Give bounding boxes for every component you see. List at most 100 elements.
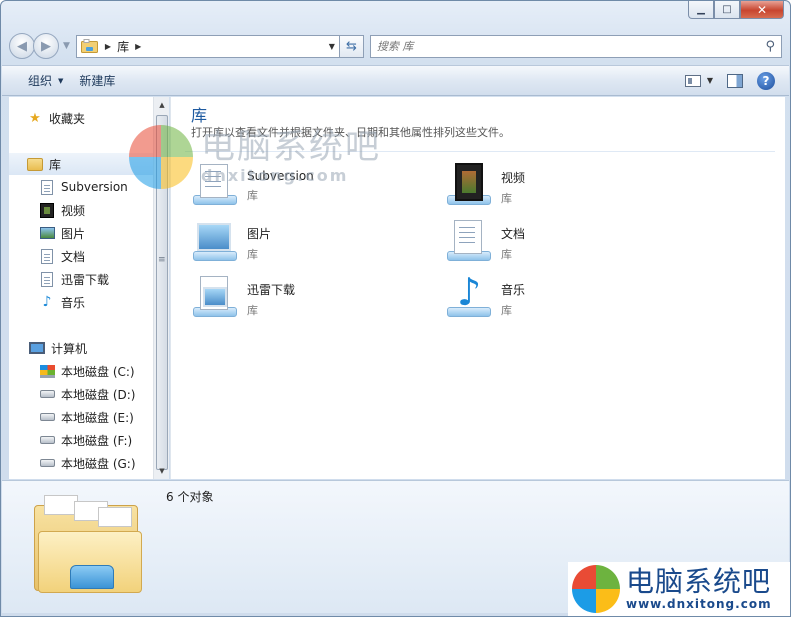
sidebar-item-label: Subversion	[61, 180, 128, 194]
watermark-logo-icon	[572, 565, 620, 613]
music-note-icon: ♪	[42, 294, 52, 310]
tile-kind: 库	[501, 192, 512, 205]
forward-button[interactable]: ▶	[33, 33, 59, 59]
watermark-corner: 电脑系统吧 www.dnxitong.com	[568, 562, 790, 616]
recent-pages-dropdown[interactable]: ▼	[63, 41, 70, 51]
change-view-icon[interactable]	[684, 74, 701, 87]
sidebar-item-label: 本地磁盘 (F:)	[61, 433, 133, 448]
close-button[interactable]: ✕	[740, 1, 784, 19]
sidebar-item-music[interactable]: ♪ 音乐	[39, 291, 85, 313]
watermark-text: 电脑系统吧	[626, 565, 772, 599]
videos-library-icon	[445, 161, 491, 207]
pictures-library-icon	[191, 217, 237, 263]
sidebar-item-drive-c[interactable]: 本地磁盘 (C:)	[39, 360, 135, 382]
page-title: 库	[191, 106, 208, 125]
search-box[interactable]: ⚲	[369, 34, 782, 58]
tile-kind: 库	[501, 248, 512, 261]
system-drive-icon	[39, 364, 55, 378]
refresh-button[interactable]: ⇆	[339, 34, 364, 58]
refresh-icon: ⇆	[345, 38, 357, 54]
tile-name: 迅雷下载	[247, 283, 296, 297]
library-icon	[80, 39, 98, 53]
sidebar-item-label: 本地磁盘 (D:)	[61, 387, 136, 402]
tile-kind: 库	[501, 304, 512, 317]
sidebar-item-label: 本地磁盘 (C:)	[61, 364, 135, 379]
library-tile-documents[interactable]: 文档库	[445, 217, 525, 267]
organize-label: 组织	[28, 74, 53, 88]
hard-drive-icon	[39, 413, 55, 421]
sidebar-item-label: 本地磁盘 (G:)	[61, 456, 136, 471]
sidebar-item-computer[interactable]: 计算机	[29, 337, 87, 359]
download-library-icon	[41, 271, 53, 287]
search-input[interactable]	[376, 39, 766, 53]
tile-name: 音乐	[501, 283, 526, 297]
sidebar-item-thunder-downloads[interactable]: 迅雷下载	[39, 268, 109, 290]
watermark-text: 电脑系统吧	[201, 126, 381, 167]
sidebar-item-documents[interactable]: 文档	[39, 245, 85, 267]
chevron-down-icon: ▼	[58, 76, 64, 85]
address-row: ◀ ▶ ▼ ▶ 库 ▶ ▼ ⇆ ⚲	[9, 31, 782, 61]
command-bar: 组织 ▼ 新建库 ▼ ?	[2, 65, 789, 96]
music-library-icon: ♪	[445, 273, 491, 319]
item-count: 6 个对象	[166, 490, 214, 504]
sidebar-item-subversion[interactable]: Subversion	[39, 176, 128, 198]
breadcrumb-separator-icon[interactable]: ▶	[105, 42, 111, 51]
library-icon	[27, 157, 43, 171]
document-icon	[41, 248, 53, 264]
tile-name: 图片	[247, 227, 272, 241]
sidebar-item-drive-f[interactable]: 本地磁盘 (F:)	[39, 429, 132, 451]
library-large-icon	[34, 495, 144, 595]
scroll-down-icon[interactable]: ▼	[154, 463, 170, 479]
back-button[interactable]: ◀	[9, 33, 35, 59]
tile-name: 视频	[501, 171, 526, 185]
address-bar[interactable]: ▶ 库 ▶ ▼	[75, 34, 340, 58]
scrollbar-grip-icon: ≡	[158, 255, 166, 265]
forward-arrow-icon: ▶	[41, 38, 51, 54]
documents-library-icon	[445, 217, 491, 263]
watermark-url: dnxitong.com	[201, 166, 349, 186]
tile-kind: 库	[247, 248, 258, 261]
thunder-downloads-library-icon	[191, 273, 237, 319]
sidebar-item-drive-d[interactable]: 本地磁盘 (D:)	[39, 383, 135, 405]
document-library-icon	[41, 179, 53, 195]
hard-drive-icon	[39, 390, 55, 398]
hard-drive-icon	[39, 436, 55, 444]
sidebar-item-videos[interactable]: 视频	[39, 199, 85, 221]
library-tile-thunder-downloads[interactable]: 迅雷下载库	[191, 273, 295, 323]
hard-drive-icon	[39, 459, 55, 467]
tile-name: 文档	[501, 227, 526, 241]
sidebar-item-pictures[interactable]: 图片	[39, 222, 85, 244]
sidebar-item-favorites[interactable]: ★ 收藏夹	[27, 107, 85, 129]
organize-menu[interactable]: 组织 ▼	[20, 72, 71, 89]
video-icon	[40, 202, 54, 218]
preview-pane-icon[interactable]	[727, 73, 743, 88]
view-options-dropdown-icon[interactable]: ▼	[707, 76, 713, 85]
scroll-up-icon[interactable]: ▲	[154, 97, 170, 113]
picture-icon	[39, 227, 55, 239]
watermark-logo-icon	[129, 125, 193, 189]
breadcrumb-library[interactable]: 库	[117, 38, 129, 55]
watermark-url: www.dnxitong.com	[626, 596, 772, 611]
sidebar-item-label: 收藏夹	[49, 111, 86, 126]
library-tile-music[interactable]: ♪ 音乐库	[445, 273, 525, 323]
sidebar-item-label: 图片	[61, 226, 86, 241]
search-icon[interactable]: ⚲	[765, 39, 775, 54]
sidebar-item-label: 迅雷下载	[61, 272, 110, 287]
computer-icon	[29, 342, 45, 354]
library-tile-videos[interactable]: 视频库	[445, 161, 525, 211]
sidebar-item-drive-e[interactable]: 本地磁盘 (E:)	[39, 406, 134, 428]
address-dropdown-icon[interactable]: ▼	[329, 42, 335, 51]
minimize-button[interactable]: ▁	[688, 1, 714, 19]
tile-kind: 库	[247, 189, 258, 202]
breadcrumb-separator-icon[interactable]: ▶	[135, 42, 141, 51]
library-tile-pictures[interactable]: 图片库	[191, 217, 271, 267]
sidebar-item-label: 计算机	[51, 341, 88, 356]
new-library-label: 新建库	[79, 74, 116, 88]
sidebar-item-drive-g[interactable]: 本地磁盘 (G:)	[39, 452, 136, 474]
help-icon[interactable]: ?	[757, 71, 775, 90]
new-library-button[interactable]: 新建库	[71, 72, 123, 89]
sidebar-item-label: 本地磁盘 (E:)	[61, 410, 134, 425]
sidebar-item-label: 文档	[61, 249, 86, 264]
star-icon: ★	[29, 110, 41, 126]
maximize-button[interactable]: □	[714, 1, 740, 19]
